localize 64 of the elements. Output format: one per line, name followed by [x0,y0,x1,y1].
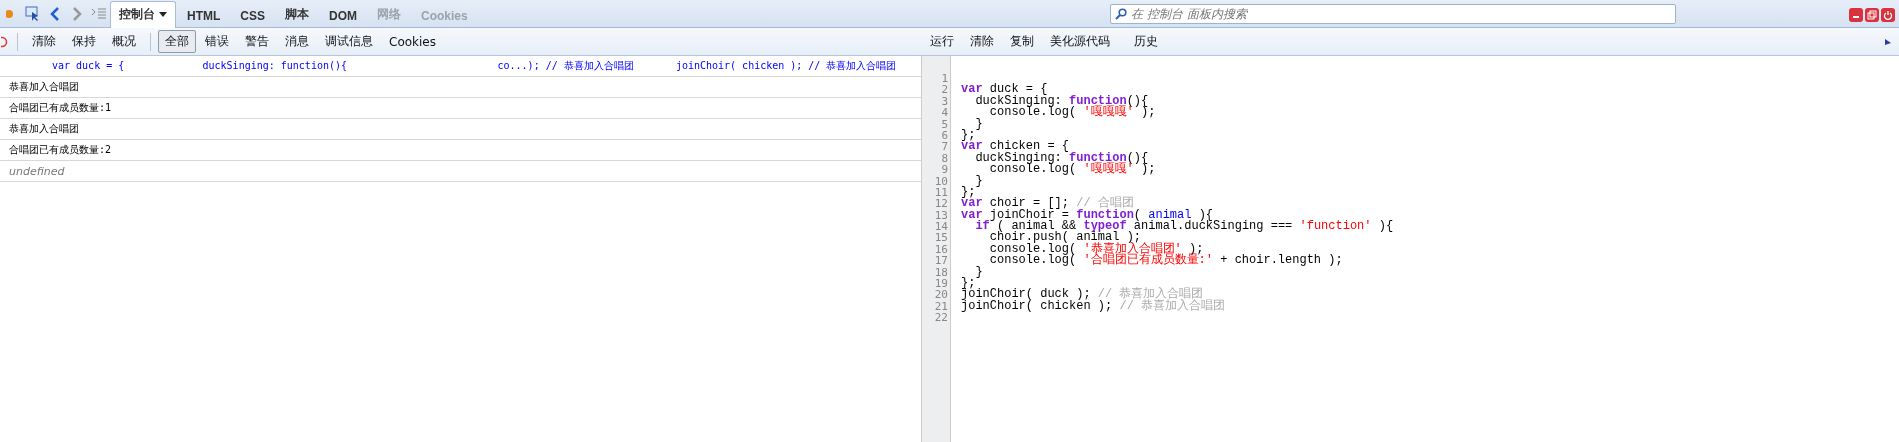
log-message: 恭喜加入合唱团 [0,119,921,140]
code-line: console.log( '嘎嘎嘎' ); [989,107,1157,119]
minimize-icon[interactable] [1849,8,1863,22]
line-number: 10 [934,175,948,187]
code-line: console.log( '嘎嘎嘎' ); [989,164,1157,176]
filter-button[interactable]: Cookies [382,31,443,52]
line-number: 3 [941,95,948,108]
line-number: 21 [934,300,948,313]
line-number: 15 [934,232,948,244]
line-number: 7 [941,141,948,153]
line-number: 13 [934,209,948,222]
filter-button[interactable]: 错误 [198,30,236,53]
line-number: 11 [934,186,948,199]
command-echo: var duck = { duckSinging: function(){ co...); // 恭喜加入合唱团 joinChoir( chicken ); // 恭喜加入合唱团 [0,56,921,77]
toolbar-button[interactable]: 清除 [963,30,1001,53]
toolbar-button[interactable]: 美化源代码 [1043,30,1117,53]
panel-tab[interactable]: CSS [231,4,274,28]
line-number: 20 [934,289,948,301]
line-number: 9 [941,164,948,176]
log-message: 恭喜加入合唱团 [0,77,921,98]
line-number: 1 [941,73,948,85]
result-text: undefined [0,161,921,182]
line-number: 12 [934,198,948,210]
code-line: } [974,266,984,279]
log-message: 合唱团已有成员数量:1 [0,98,921,119]
filter-button[interactable]: 警告 [238,30,276,53]
line-number: 18 [934,266,948,279]
restore-icon[interactable] [1865,8,1879,22]
line-number: 16 [934,243,948,256]
log-message: 合唱团已有成员数量:2 [0,140,921,161]
code-line: } [974,118,984,130]
corner-arrow-icon[interactable] [1883,36,1893,47]
code-line: }; [961,278,976,290]
line-number: 17 [934,255,948,267]
panel-tab[interactable]: DOM [320,4,366,28]
line-number: 22 [934,312,948,324]
line-number: 2 [941,84,948,96]
toolbar-button[interactable]: 保持 [65,30,103,53]
code-line: console.log( '合唱团已有成员数量:' + choir.length ); [988,255,1344,267]
line-number: 4 [941,107,948,119]
code-line: joinChoir( chicken ); // 恭喜加入合唱团 [961,300,1227,313]
toolbar-button[interactable]: 概况 [105,30,143,53]
line-number: 14 [934,221,948,233]
toolbar-button[interactable]: 运行 [923,30,961,53]
line-number: 19 [934,278,948,290]
toolbar-button[interactable]: 复制 [1003,30,1041,53]
code-line: }; [961,129,976,142]
line-number: 6 [941,129,948,142]
filter-button[interactable]: 全部 [158,30,196,53]
line-number: 8 [941,152,948,165]
panel-tab[interactable]: 控制台 [110,1,176,28]
power-icon[interactable] [1881,8,1895,22]
code-line: var duck = { [961,84,1048,96]
code-line: }; [961,186,976,199]
panel-tab[interactable]: 脚本 [276,1,318,28]
filter-button[interactable]: 消息 [278,30,316,53]
line-number: 5 [941,118,948,130]
code-line: } [974,175,984,187]
search-field[interactable]: 在 控制台 面板内搜索 [1110,4,1676,24]
toolbar-button[interactable]: 历史 [1127,30,1165,53]
panel-tab[interactable]: HTML [178,4,230,28]
toolbar-button[interactable]: 清除 [25,30,63,53]
code-line: var chicken = { [961,141,1070,153]
filter-button[interactable]: 调试信息 [318,30,380,53]
